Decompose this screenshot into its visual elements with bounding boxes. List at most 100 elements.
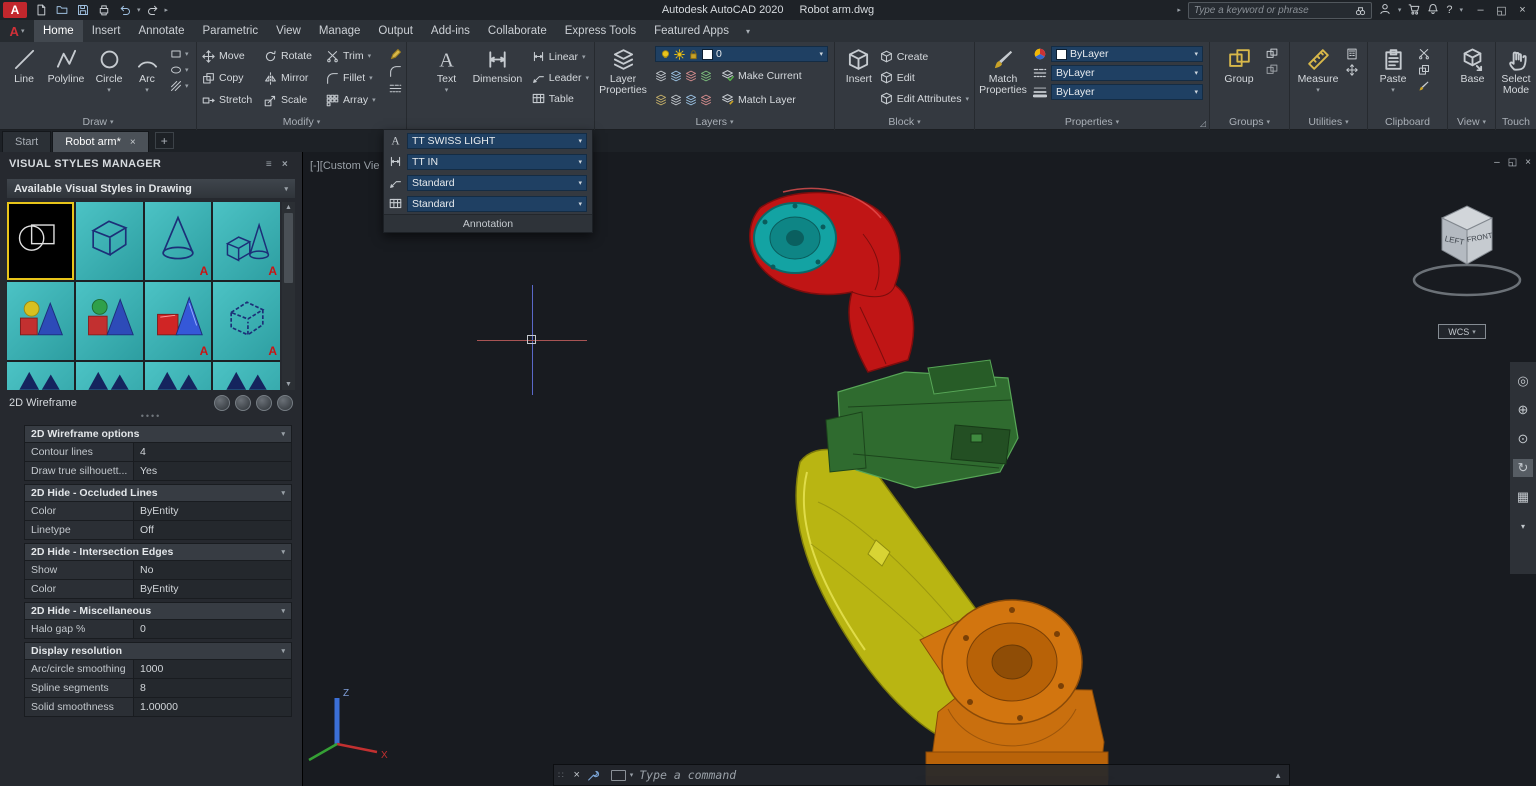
id-point-icon[interactable] bbox=[1346, 64, 1358, 76]
showmotion-icon[interactable]: ▦ bbox=[1513, 488, 1533, 506]
available-styles-header[interactable]: Available Visual Styles in Drawing ▾ bbox=[7, 179, 295, 198]
property-section-header[interactable]: 2D Wireframe options ▾ bbox=[24, 425, 292, 443]
ribbon-tab-express-tools[interactable]: Express Tools bbox=[556, 20, 645, 42]
layers-panel-footer[interactable]: Layers ▾ bbox=[595, 114, 834, 130]
base-view-button[interactable]: Base bbox=[1452, 45, 1493, 113]
arc-dropdown-arrow[interactable]: ▾ bbox=[145, 85, 149, 96]
quick-calc-icon[interactable] bbox=[1346, 48, 1358, 60]
ribbon-tab-parametric[interactable]: Parametric bbox=[194, 20, 268, 42]
property-value[interactable]: Off bbox=[133, 521, 291, 539]
viewcube[interactable]: LEFT FRONT bbox=[1408, 192, 1526, 304]
property-value[interactable]: 8 bbox=[133, 679, 291, 697]
view-panel-footer[interactable]: View ▾ bbox=[1448, 114, 1495, 130]
object-color-select[interactable]: ByLayer ▾ bbox=[1051, 46, 1203, 62]
group-edit-icon[interactable] bbox=[1266, 64, 1278, 76]
ribbon-tab-annotate[interactable]: Annotate bbox=[129, 20, 193, 42]
drawing-area[interactable]: [-][Custom Vie – ◱ × LEFT FRONT WCS ▾ ◎ … bbox=[303, 152, 1536, 786]
ribbon-tab-view[interactable]: View bbox=[267, 20, 310, 42]
command-line-close-icon[interactable]: × bbox=[569, 769, 585, 781]
paste-button[interactable]: Paste ▾ bbox=[1374, 45, 1412, 113]
search-input[interactable]: Type a keyword or phrase bbox=[1187, 1, 1372, 19]
create-block-button[interactable]: Create bbox=[877, 46, 972, 67]
export-style-button[interactable] bbox=[256, 395, 272, 411]
copy-tool-button[interactable]: Copy bbox=[199, 68, 261, 89]
property-value[interactable]: 1.00000 bbox=[133, 698, 291, 716]
sign-in-button[interactable] bbox=[1379, 3, 1391, 18]
viewport-controls-label[interactable]: [-][Custom Vie bbox=[310, 160, 380, 172]
measure-dropdown-arrow[interactable]: ▾ bbox=[1316, 85, 1320, 96]
visual-style-thumbnail-realistic-solids[interactable]: A bbox=[144, 282, 212, 360]
layer-freeze-tool-icon[interactable] bbox=[685, 70, 697, 82]
application-menu-button[interactable]: A ▾ bbox=[0, 20, 34, 42]
group-button[interactable]: Group bbox=[1218, 45, 1260, 113]
select-mode-button[interactable]: Select Mode bbox=[1498, 45, 1534, 113]
robot-arm-model[interactable] bbox=[723, 172, 1123, 786]
section-collapse-icon[interactable]: ▾ bbox=[281, 489, 285, 497]
visual-style-thumbnail-shaded-solids[interactable] bbox=[75, 282, 143, 360]
trim-tool-button[interactable]: Trim ▾ bbox=[323, 46, 385, 67]
hatch-icon[interactable] bbox=[170, 80, 182, 92]
visual-style-thumbnail-partial[interactable] bbox=[7, 362, 74, 390]
circle-tool-button[interactable]: Circle ▾ bbox=[90, 45, 128, 113]
color-wheel-icon[interactable] bbox=[1033, 47, 1047, 61]
linetype-edit-icon[interactable] bbox=[389, 82, 402, 95]
text-dropdown-arrow[interactable]: ▾ bbox=[445, 85, 449, 96]
property-section-header[interactable]: 2D Hide - Miscellaneous ▾ bbox=[24, 602, 292, 620]
utilities-panel-footer[interactable]: Utilities ▾ bbox=[1290, 114, 1367, 130]
visual-style-thumbnail-partial[interactable] bbox=[213, 362, 280, 390]
undo-dropdown-arrow[interactable]: ▾ bbox=[137, 6, 141, 14]
layer-select[interactable]: 0 ▾ bbox=[655, 46, 828, 62]
ribbon-tab-insert[interactable]: Insert bbox=[83, 20, 130, 42]
palette-close-icon[interactable]: × bbox=[277, 159, 293, 170]
ribbon-tab-output[interactable]: Output bbox=[369, 20, 422, 42]
property-value[interactable]: No bbox=[133, 561, 291, 579]
recent-commands-arrow[interactable]: ▾ bbox=[630, 771, 634, 779]
sign-in-dropdown-arrow[interactable]: ▾ bbox=[1398, 6, 1402, 14]
leader-button[interactable]: Leader ▾ bbox=[529, 67, 592, 88]
visual-style-thumbnail-wireframe-group[interactable]: A bbox=[213, 202, 280, 280]
visual-style-thumbnail-sketchy-box[interactable]: A bbox=[213, 282, 280, 360]
cut-icon[interactable] bbox=[1418, 48, 1430, 60]
visual-style-thumbnail-partial[interactable] bbox=[144, 362, 212, 390]
plot-button[interactable] bbox=[95, 2, 113, 18]
dimension-style-select[interactable]: TT IN ▾ bbox=[407, 153, 587, 170]
lineweight-select[interactable]: ByLayer ▾ bbox=[1051, 84, 1203, 100]
zoom-icon[interactable]: ⊙ bbox=[1513, 430, 1533, 448]
clipboard-panel-footer[interactable]: Clipboard bbox=[1368, 114, 1447, 130]
ribbon-tab-home[interactable]: Home bbox=[34, 20, 83, 42]
help-button[interactable]: ? bbox=[1446, 4, 1452, 16]
groups-panel-footer[interactable]: Groups ▾ bbox=[1210, 114, 1289, 130]
scroll-up-icon[interactable]: ▲ bbox=[285, 202, 292, 213]
paste-dropdown-arrow[interactable]: ▾ bbox=[1391, 85, 1395, 96]
table-button[interactable]: Table bbox=[529, 88, 592, 109]
ellipse-icon[interactable] bbox=[170, 64, 182, 76]
drawing-restore-icon[interactable]: ◱ bbox=[1508, 157, 1517, 168]
qat-customize-arrow[interactable]: ▸ bbox=[165, 6, 169, 14]
layer-dropdown-arrow[interactable]: ▾ bbox=[819, 50, 823, 58]
section-collapse-icon[interactable]: ▾ bbox=[281, 430, 285, 438]
delete-style-button[interactable] bbox=[277, 395, 293, 411]
palette-resize-grip[interactable]: •••• bbox=[0, 412, 302, 422]
restore-button[interactable]: ◱ bbox=[1491, 4, 1512, 17]
visual-style-thumbnail-sketchy-solids[interactable] bbox=[7, 282, 74, 360]
chamfer-icon[interactable] bbox=[389, 65, 402, 78]
ungroup-icon[interactable] bbox=[1266, 48, 1278, 60]
text-tool-button[interactable]: Text ▾ bbox=[427, 45, 466, 113]
scroll-down-icon[interactable]: ▼ bbox=[285, 379, 292, 390]
block-panel-footer[interactable]: Block ▾ bbox=[835, 114, 974, 130]
command-line-grip[interactable]: ∷ bbox=[554, 770, 569, 781]
drawing-close-icon[interactable]: × bbox=[1525, 157, 1531, 168]
edit-block-button[interactable]: Edit bbox=[877, 67, 972, 88]
layer-lock-tool-icon[interactable] bbox=[700, 70, 712, 82]
redo-button[interactable] bbox=[144, 2, 162, 18]
create-visual-style-button[interactable] bbox=[214, 395, 230, 411]
visual-style-thumbnail-wireframe-box[interactable] bbox=[75, 202, 143, 280]
text-style-select[interactable]: TT SWISS LIGHT ▾ bbox=[407, 132, 587, 149]
property-value[interactable]: 1000 bbox=[133, 660, 291, 678]
line-tool-button[interactable]: Line bbox=[6, 45, 42, 113]
edit-pencil-icon[interactable] bbox=[389, 48, 402, 61]
dimension-tool-button[interactable]: Dimension bbox=[472, 45, 523, 113]
property-value[interactable]: ByEntity bbox=[133, 580, 291, 598]
stretch-tool-button[interactable]: Stretch bbox=[199, 90, 261, 111]
match-layer-button[interactable]: Match Layer bbox=[718, 89, 799, 110]
